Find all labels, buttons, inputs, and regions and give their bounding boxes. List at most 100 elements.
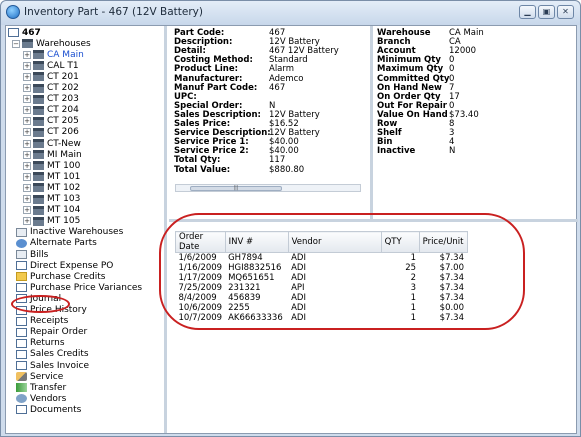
part-icon bbox=[8, 28, 19, 37]
tree-icon bbox=[16, 261, 27, 271]
tree-warehouse-item-label: CT 205 bbox=[47, 116, 79, 127]
tree-warehouse-item-label: MT 103 bbox=[47, 194, 81, 204]
expand-icon[interactable]: + bbox=[23, 183, 31, 192]
tree-item[interactable]: Vendors bbox=[16, 393, 66, 404]
collapse-icon[interactable]: − bbox=[12, 39, 20, 48]
tree-icon bbox=[16, 383, 27, 393]
tree-item[interactable]: Sales Credits bbox=[16, 349, 89, 360]
warehouse-icon bbox=[22, 39, 33, 49]
expand-icon[interactable]: + bbox=[23, 172, 31, 181]
tree-item[interactable]: Transfer bbox=[16, 382, 66, 393]
tree-icon bbox=[16, 250, 27, 259]
expand-icon[interactable]: + bbox=[23, 128, 31, 137]
tree-item[interactable]: Bills bbox=[16, 249, 48, 260]
tree-warehouse-item[interactable]: + CT 202 bbox=[23, 83, 79, 94]
tree-root[interactable]: 467 bbox=[8, 27, 41, 38]
tree-warehouse-item-label: CT-New bbox=[47, 138, 81, 149]
tree-icon bbox=[16, 338, 27, 348]
tree-item-label: Bills bbox=[30, 249, 49, 260]
tree-icon bbox=[16, 349, 27, 359]
price-history-grid: Order Date INV # Vendor QTY Price/Unit 1/6/2… bbox=[159, 213, 578, 433]
tree-warehouse-item[interactable]: + MT 103 bbox=[23, 194, 80, 205]
tree-item[interactable]: Purchase Credits bbox=[16, 271, 106, 282]
tree-warehouse-item[interactable]: + MI Main bbox=[23, 149, 82, 160]
tree-warehouse-icon bbox=[33, 216, 44, 226]
tree-warehouse-item-label: CT 201 bbox=[47, 71, 79, 82]
tree-warehouse-item[interactable]: + MT 105 bbox=[23, 216, 80, 227]
detail-label: Inactive bbox=[377, 146, 416, 157]
tree-warehouse-item[interactable]: + CA Main bbox=[23, 49, 84, 60]
tree-warehouse-item-label: CT 206 bbox=[47, 127, 79, 138]
expand-icon[interactable]: + bbox=[23, 72, 31, 81]
annotation-ellipse-grid bbox=[159, 213, 525, 330]
tree-item-label: Vendors bbox=[30, 393, 67, 404]
expand-icon[interactable]: + bbox=[23, 150, 31, 159]
tree-warehouse-icon bbox=[33, 50, 44, 60]
tree-icon bbox=[16, 283, 27, 293]
tree-warehouse-icon bbox=[33, 172, 44, 182]
expand-icon[interactable]: + bbox=[23, 84, 31, 92]
tree-icon bbox=[16, 327, 27, 337]
tree-warehouse-icon bbox=[33, 205, 44, 215]
expand-icon[interactable]: + bbox=[23, 61, 31, 70]
tree-warehouse-item-label: CT 203 bbox=[47, 94, 79, 105]
tree-icon bbox=[16, 405, 27, 415]
tree-warehouse-item[interactable]: + CAL T1 bbox=[23, 60, 79, 71]
expand-icon[interactable]: + bbox=[23, 95, 31, 104]
scrollbar-thumb[interactable]: ||| bbox=[190, 186, 282, 191]
expand-icon[interactable]: + bbox=[23, 139, 31, 148]
tree-warehouse-item[interactable]: + CT-New bbox=[23, 138, 81, 149]
title-bar[interactable]: Inventory Part - 467 (12V Battery) ▁ ▣ ✕ bbox=[1, 1, 580, 25]
tree-warehouse-item-label: MT 105 bbox=[47, 216, 81, 227]
tree-item[interactable]: Inactive Warehouses bbox=[16, 227, 123, 238]
tree-item-label: Sales Credits bbox=[30, 349, 89, 360]
tree-item-label: Documents bbox=[30, 404, 82, 415]
expand-icon[interactable]: + bbox=[23, 117, 31, 126]
tree-warehouse-icon bbox=[33, 72, 44, 82]
tree-warehouses[interactable]: − Warehouses bbox=[12, 38, 91, 49]
tree-warehouse-item-label: CAL T1 bbox=[47, 60, 79, 71]
tree-item-label: Service bbox=[30, 371, 64, 382]
tree-warehouses-label: Warehouses bbox=[36, 38, 91, 49]
navigation-tree: 467− Warehouses + CA Main + CAL T1 + CT 201 + CT … bbox=[6, 26, 167, 433]
restore-button[interactable]: ▣ bbox=[538, 5, 555, 19]
horizontal-scrollbar[interactable]: ||| bbox=[175, 184, 361, 192]
tree-warehouse-item[interactable]: + CT 203 bbox=[23, 94, 79, 105]
expand-icon[interactable]: + bbox=[23, 195, 31, 203]
expand-icon[interactable]: + bbox=[23, 206, 31, 215]
expand-icon[interactable]: + bbox=[23, 161, 31, 170]
client-area: 467− Warehouses + CA Main + CAL T1 + CT 201 + CT … bbox=[5, 25, 578, 434]
part-details-panel: ||| Part Code: 467 Description: 12V Battery… bbox=[169, 26, 373, 222]
tree-icon bbox=[16, 394, 27, 404]
tree-warehouse-icon bbox=[33, 105, 44, 115]
tree-icon bbox=[16, 316, 27, 326]
tree-item[interactable]: Repair Order bbox=[16, 327, 87, 338]
tree-warehouse-item[interactable]: + MT 104 bbox=[23, 205, 80, 216]
tree-warehouse-item[interactable]: + MT 100 bbox=[23, 160, 80, 171]
tree-item[interactable]: Purchase Price Variances bbox=[16, 282, 142, 293]
expand-icon[interactable]: + bbox=[23, 106, 31, 115]
tree-warehouse-item[interactable]: + CT 204 bbox=[23, 105, 79, 116]
tree-warehouse-item[interactable]: + CT 205 bbox=[23, 116, 79, 127]
tree-warehouse-icon bbox=[33, 150, 44, 160]
tree-item[interactable]: Sales Invoice bbox=[16, 360, 89, 371]
tree-item[interactable]: Direct Expense PO bbox=[16, 260, 113, 271]
tree-item-label: Purchase Price Variances bbox=[30, 282, 143, 293]
tree-warehouse-item-label: MT 101 bbox=[47, 171, 81, 182]
minimize-button[interactable]: ▁ bbox=[519, 5, 536, 19]
tree-warehouse-item[interactable]: + CT 206 bbox=[23, 127, 79, 138]
tree-warehouse-icon bbox=[33, 194, 44, 204]
tree-item[interactable]: Documents bbox=[16, 404, 81, 415]
tree-warehouse-item-label: CA Main bbox=[47, 49, 84, 60]
tree-warehouse-item[interactable]: + CT 201 bbox=[23, 71, 79, 82]
tree-item[interactable]: Service bbox=[16, 371, 63, 382]
tree-warehouse-item[interactable]: + MT 101 bbox=[23, 171, 80, 182]
expand-icon[interactable]: + bbox=[23, 217, 31, 226]
detail-value: N bbox=[449, 146, 456, 157]
tree-item[interactable]: Returns bbox=[16, 338, 65, 349]
tree-item[interactable]: Alternate Parts bbox=[16, 238, 97, 249]
expand-icon[interactable]: + bbox=[23, 50, 31, 59]
close-button[interactable]: ✕ bbox=[557, 5, 574, 19]
tree-item[interactable]: Receipts bbox=[16, 316, 68, 327]
tree-warehouse-item[interactable]: + MT 102 bbox=[23, 182, 80, 193]
